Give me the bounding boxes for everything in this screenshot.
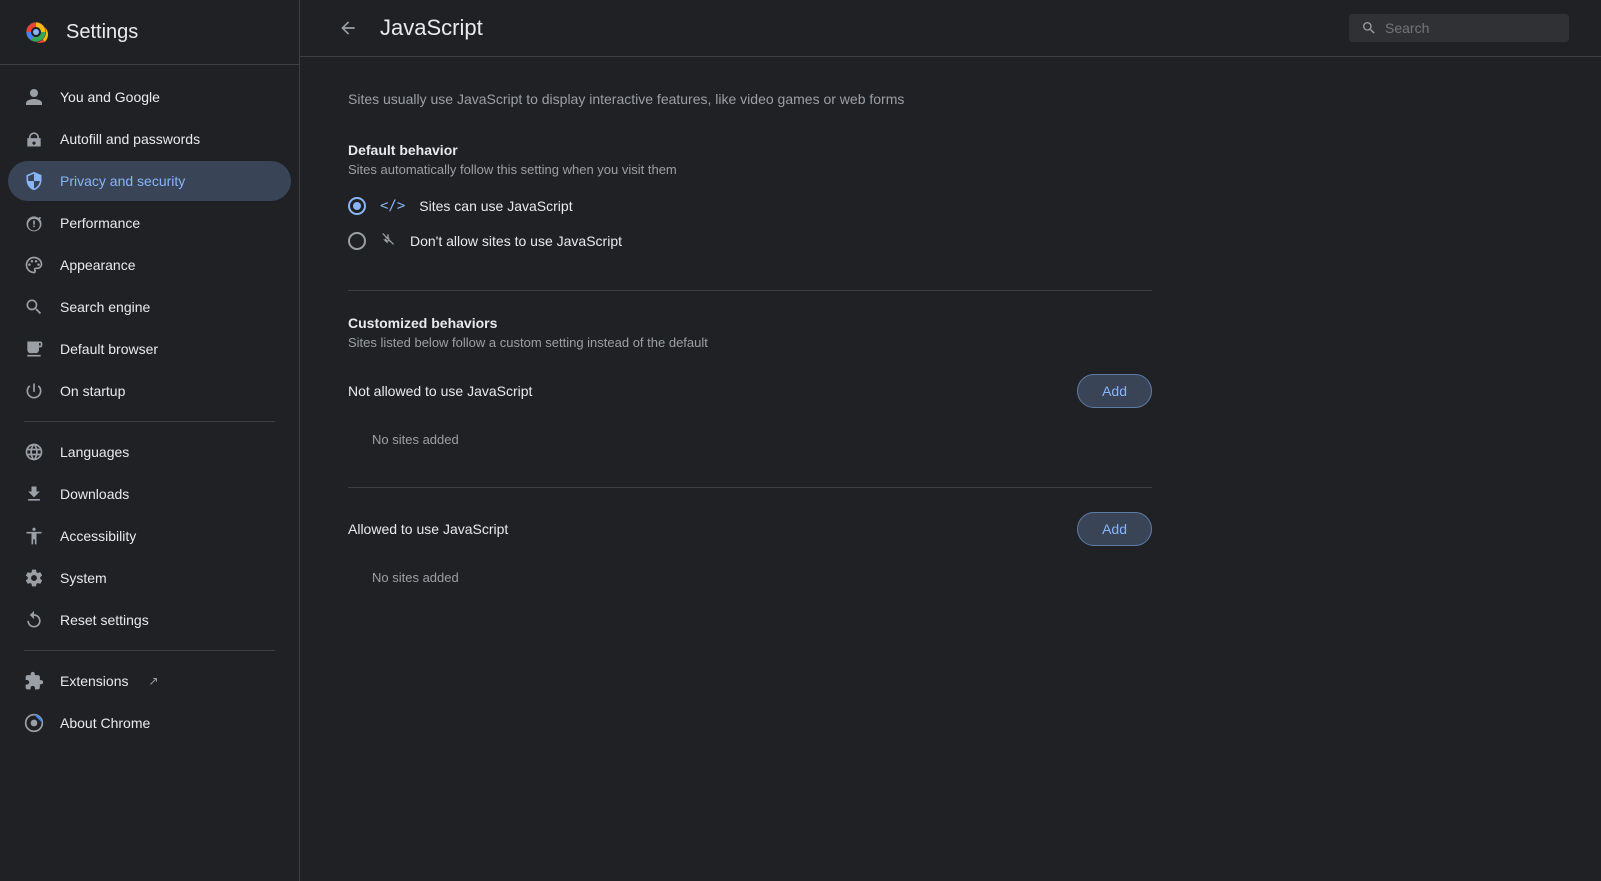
not-allowed-add-button[interactable]: Add <box>1077 374 1152 408</box>
downloads-icon <box>24 484 44 504</box>
radio-option-deny[interactable]: Don't allow sites to use JavaScript <box>348 231 1152 250</box>
sidebar-item-label: On startup <box>60 383 125 399</box>
startup-icon <box>24 381 44 401</box>
sidebar-item-system[interactable]: System <box>8 558 291 598</box>
not-allowed-row: Not allowed to use JavaScript Add <box>348 374 1152 408</box>
sidebar-nav: You and Google Autofill and passwords Pr… <box>0 73 299 747</box>
sidebar-item-default-browser[interactable]: Default browser <box>8 329 291 369</box>
default-behavior-section: Default behavior Sites automatically fol… <box>348 142 1152 250</box>
radio-circle-deny[interactable] <box>348 232 366 250</box>
performance-icon <box>24 213 44 233</box>
content-area: Sites usually use JavaScript to display … <box>300 57 1200 657</box>
sidebar-item-label: Languages <box>60 444 129 460</box>
sidebar-item-label: Autofill and passwords <box>60 131 200 147</box>
sidebar-item-label: Search engine <box>60 299 150 315</box>
section-divider <box>348 290 1152 291</box>
js-allow-icon: </> <box>380 198 405 214</box>
sidebar-item-appearance[interactable]: Appearance <box>8 245 291 285</box>
browser-icon <box>24 339 44 359</box>
sidebar-item-extensions[interactable]: Extensions ↗ <box>8 661 291 701</box>
sidebar-item-reset-settings[interactable]: Reset settings <box>8 600 291 640</box>
allowed-empty: No sites added <box>348 554 1152 601</box>
appearance-icon <box>24 255 44 275</box>
shield-icon <box>24 171 44 191</box>
sidebar-divider-2 <box>24 650 275 651</box>
customized-title: Customized behaviors <box>348 315 1152 331</box>
sidebar-item-label: You and Google <box>60 89 160 105</box>
radio-label-allow: Sites can use JavaScript <box>419 198 572 214</box>
radio-circle-allow[interactable] <box>348 197 366 215</box>
sidebar-item-label: Default browser <box>60 341 158 357</box>
sidebar-divider-1 <box>24 421 275 422</box>
sidebar-item-label: Reset settings <box>60 612 149 628</box>
sidebar-item-label: Extensions <box>60 673 128 689</box>
page-description: Sites usually use JavaScript to display … <box>348 89 1152 110</box>
allowed-label: Allowed to use JavaScript <box>348 521 508 537</box>
reset-icon <box>24 610 44 630</box>
default-behavior-subtitle: Sites automatically follow this setting … <box>348 162 1152 177</box>
search-icon <box>24 297 44 317</box>
allowed-add-button[interactable]: Add <box>1077 512 1152 546</box>
topbar-search-icon <box>1361 20 1377 36</box>
default-behavior-title: Default behavior <box>348 142 1152 158</box>
sidebar-item-label: Accessibility <box>60 528 136 544</box>
sidebar-item-autofill[interactable]: Autofill and passwords <box>8 119 291 159</box>
system-icon <box>24 568 44 588</box>
radio-option-allow[interactable]: </> Sites can use JavaScript <box>348 197 1152 215</box>
allowed-row: Allowed to use JavaScript Add <box>348 512 1152 546</box>
sidebar-title: Settings <box>66 21 138 44</box>
sidebar-item-privacy-security[interactable]: Privacy and security <box>8 161 291 201</box>
sidebar-item-search-engine[interactable]: Search engine <box>8 287 291 327</box>
sidebar-item-on-startup[interactable]: On startup <box>8 371 291 411</box>
person-icon <box>24 87 44 107</box>
extensions-icon <box>24 671 44 691</box>
sidebar-item-label: System <box>60 570 107 586</box>
page-title: JavaScript <box>380 15 1333 41</box>
sidebar-header: Settings <box>0 0 299 65</box>
sidebar-item-label: Downloads <box>60 486 129 502</box>
sidebar-item-you-and-google[interactable]: You and Google <box>8 77 291 117</box>
customized-behaviors-section: Customized behaviors Sites listed below … <box>348 315 1152 601</box>
sidebar-item-label: Performance <box>60 215 140 231</box>
topbar-search[interactable] <box>1349 14 1569 42</box>
not-allowed-label: Not allowed to use JavaScript <box>348 383 532 399</box>
not-allowed-empty: No sites added <box>348 416 1152 463</box>
radio-label-deny: Don't allow sites to use JavaScript <box>410 233 622 249</box>
allowed-divider <box>348 487 1152 488</box>
sidebar-item-label: Privacy and security <box>60 173 185 189</box>
chrome-about-icon <box>24 713 44 733</box>
back-button[interactable] <box>332 12 364 44</box>
customized-subtitle: Sites listed below follow a custom setti… <box>348 335 1152 350</box>
sidebar-item-label: Appearance <box>60 257 136 273</box>
sidebar: Settings You and Google Autofill and pas… <box>0 0 300 881</box>
sidebar-item-languages[interactable]: Languages <box>8 432 291 472</box>
accessibility-icon <box>24 526 44 546</box>
sidebar-item-label: About Chrome <box>60 715 150 731</box>
autofill-icon <box>24 129 44 149</box>
sidebar-item-performance[interactable]: Performance <box>8 203 291 243</box>
radio-group: </> Sites can use JavaScript Don't allow… <box>348 197 1152 250</box>
js-deny-icon <box>380 231 396 250</box>
sidebar-item-accessibility[interactable]: Accessibility <box>8 516 291 556</box>
languages-icon <box>24 442 44 462</box>
extensions-external-icon: ↗ <box>148 674 158 688</box>
main-content: JavaScript Sites usually use JavaScript … <box>300 0 1601 881</box>
topbar: JavaScript <box>300 0 1601 57</box>
sidebar-item-about-chrome[interactable]: About Chrome <box>8 703 291 743</box>
topbar-search-input[interactable] <box>1385 20 1545 36</box>
chrome-logo-icon <box>20 16 52 48</box>
sidebar-item-downloads[interactable]: Downloads <box>8 474 291 514</box>
